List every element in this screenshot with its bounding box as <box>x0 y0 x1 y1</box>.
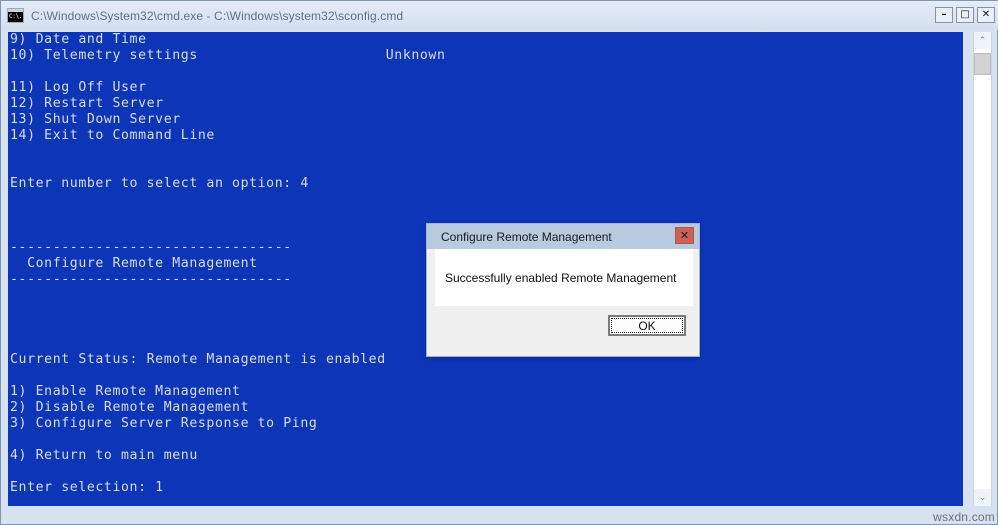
minimize-icon: – <box>941 9 947 20</box>
ok-button[interactable]: OK <box>608 315 686 336</box>
console-text: 9) Date and Time 10) Telemetry settings … <box>10 32 446 495</box>
scroll-down-arrow-icon[interactable]: ⌄ <box>974 489 991 506</box>
ok-button-label: OK <box>638 318 656 333</box>
watermark: wsxdn.com <box>933 510 995 524</box>
minimize-button[interactable]: – <box>935 7 953 23</box>
dialog-title-bar[interactable]: Configure Remote Management ✕ <box>427 224 699 249</box>
close-icon: ✕ <box>981 9 991 20</box>
window-controls: – □ ✕ <box>935 7 995 23</box>
scrollbar-thumb[interactable] <box>974 53 991 75</box>
maximize-icon: □ <box>960 9 970 20</box>
dialog-message-area: Successfully enabled Remote Management <box>435 249 693 306</box>
console-scrollbar[interactable]: ⌃ ⌄ <box>973 32 992 506</box>
dialog-close-icon[interactable]: ✕ <box>675 227 694 244</box>
cmd-console-icon <box>7 8 24 23</box>
scroll-up-arrow-icon[interactable]: ⌃ <box>974 32 991 49</box>
window-title-bar[interactable]: C:\Windows\System32\cmd.exe - C:\Windows… <box>1 1 998 30</box>
dialog-title-text: Configure Remote Management <box>441 229 612 244</box>
close-button[interactable]: ✕ <box>977 7 995 23</box>
configure-remote-management-dialog: Configure Remote Management ✕ Successful… <box>426 223 700 357</box>
maximize-button[interactable]: □ <box>956 7 974 23</box>
window-title-text: C:\Windows\System32\cmd.exe - C:\Windows… <box>31 8 404 23</box>
dialog-message-text: Successfully enabled Remote Management <box>445 270 677 285</box>
dialog-footer: OK <box>435 306 693 350</box>
console-window: C:\Windows\System32\cmd.exe - C:\Windows… <box>0 0 998 525</box>
